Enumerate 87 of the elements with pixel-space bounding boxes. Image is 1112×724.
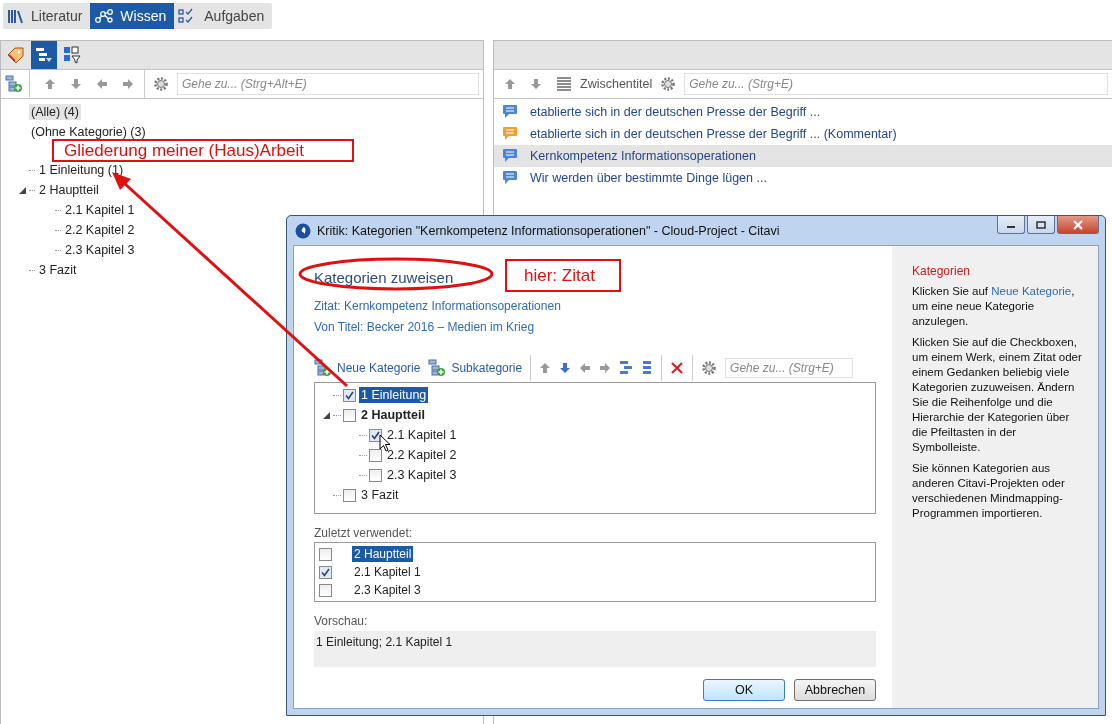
expanded-triangle-icon[interactable] (19, 186, 26, 194)
annotation-box: Gliederung meiner (Haus)Arbeit (52, 139, 354, 162)
help-link[interactable]: Neue Kategorie (991, 285, 1072, 297)
help-paragraph: Sie können Kategorien aus anderen Citavi-Projekten oder verschiedenen Mindmapping-Programmen importieren. (912, 461, 1066, 521)
add-category-icon[interactable] (5, 75, 23, 93)
indent-icon[interactable] (619, 360, 634, 376)
dialog-heading: Kategorien zuweisen (314, 268, 454, 286)
module-tab[interactable]: Aufgaben (174, 3, 273, 29)
books-icon (7, 8, 25, 24)
close-button[interactable] (1057, 216, 1099, 234)
dialog-button[interactable]: OK (703, 679, 785, 701)
search-field[interactable]: Gehe zu... (Strg+E) (725, 358, 854, 378)
arrow-up-icon[interactable] (44, 78, 56, 90)
checkbox[interactable] (369, 448, 382, 462)
app-logo-icon (295, 222, 311, 239)
quote-list-item[interactable]: etablierte sich in der deutschen Presse der Begriff ... (Kommentar) (494, 123, 1112, 145)
network-icon (94, 8, 115, 24)
category-item[interactable]: 3 Fazit (359, 487, 401, 503)
arrow-up-icon[interactable] (539, 362, 552, 374)
quote-list-item[interactable]: Wir werden über bestimmte Dinge lügen ... (494, 167, 1112, 189)
list-icon[interactable] (556, 76, 572, 92)
checkbox[interactable] (319, 583, 332, 597)
arrow-right-icon[interactable] (122, 78, 134, 90)
dialog-button[interactable]: Abbrechen (794, 679, 876, 701)
recent-category-item[interactable]: 2.3 Kapitel 3 (352, 582, 423, 598)
category-item[interactable]: 2 Hauptteil (359, 407, 427, 423)
category-item[interactable]: 2.3 Kapitel 3 (63, 242, 137, 258)
category-item[interactable]: 3 Fazit (37, 262, 79, 278)
checkbox[interactable] (319, 547, 332, 561)
category-filter-item[interactable]: (Alle) (4) (29, 104, 81, 120)
checkbox[interactable] (343, 408, 356, 422)
preview-text: 1 Einleitung; 2.1 Kapitel 1 (314, 631, 876, 667)
outline-icon (35, 47, 53, 63)
expanded-triangle-icon[interactable] (323, 411, 330, 419)
section-label: Vorschau: (314, 614, 369, 630)
checkbox[interactable] (369, 468, 382, 482)
settings-icon[interactable] (660, 76, 677, 92)
arrow-up-icon[interactable] (504, 78, 516, 90)
quote-list-item[interactable]: Kernkompetenz Informationsoperationen (494, 145, 1112, 167)
arrow-right-icon[interactable] (599, 362, 612, 374)
toolbar-button[interactable]: Neue Kategorie (314, 359, 421, 377)
module-tab[interactable]: Wissen (90, 3, 175, 29)
info-line: Zitat: Kernkompetenz Informationsoperationen (314, 298, 562, 315)
category-item[interactable]: 2.2 Kapitel 2 (63, 222, 137, 238)
tag-icon (6, 46, 26, 64)
minimize-button[interactable] (997, 216, 1025, 234)
category-item[interactable]: 2.3 Kapitel 3 (385, 467, 459, 483)
add-category-icon (314, 359, 332, 377)
checkbox[interactable] (319, 565, 332, 579)
category-item[interactable]: 1 Einleitung (359, 387, 429, 403)
help-paragraph: Klicken Sie auf Neue Kategorie, um eine neue Kategorie anzulegen. (912, 284, 1076, 329)
arrow-left-icon[interactable] (579, 362, 592, 374)
dialog-title: Kritik: Kategorien "Kernkompetenz Informationsoperationen" - Cloud-Project - Citavi (317, 223, 780, 238)
checkbox[interactable] (343, 388, 356, 402)
outdent-icon[interactable] (641, 360, 654, 376)
delete-icon[interactable] (670, 361, 685, 375)
checkbox[interactable] (343, 488, 356, 502)
category-item[interactable]: 2.1 Kapitel 1 (63, 202, 137, 218)
settings-icon[interactable] (701, 360, 718, 376)
category-filter-item[interactable]: (Ohne Kategorie) (3) (29, 124, 148, 140)
info-line: Von Titel: Becker 2016 – Medien im Krieg (314, 319, 536, 336)
arrow-down-icon[interactable] (559, 362, 572, 374)
search-field[interactable]: Gehe zu... (Strg+Alt+E) (177, 73, 479, 95)
add-category-icon (428, 359, 447, 377)
category-item[interactable]: 2 Hauptteil (37, 182, 101, 198)
settings-icon[interactable] (153, 76, 169, 92)
arrow-left-icon[interactable] (96, 78, 108, 90)
filter-icon (63, 46, 81, 64)
recent-category-item[interactable]: 2 Hauptteil (352, 546, 414, 562)
subheading-button[interactable]: Zwischentitel (580, 77, 653, 91)
arrow-down-icon[interactable] (530, 78, 542, 90)
section-label: Zuletzt verwendet: (314, 526, 414, 542)
category-item[interactable]: 2.1 Kapitel 1 (385, 427, 459, 443)
close-icon (1072, 219, 1084, 230)
annotation-box: hier: Zitat (505, 259, 621, 292)
module-tab[interactable]: Literatur (3, 3, 91, 29)
category-item[interactable]: 2.2 Kapitel 2 (385, 447, 459, 463)
maximize-icon (1036, 220, 1046, 229)
help-paragraph: Klicken Sie auf die Checkboxen, um einem Werk, einem Zitat oder einem Gedanken beliebig viele Kategorien zuzuweisen. Ändern Sie die Reihenfolge und die Hierarchie der Kategorien über die Pfeiltasten in der Symbolleiste. (912, 335, 1082, 455)
maximize-button[interactable] (1027, 216, 1055, 234)
quote-list-item[interactable]: etablierte sich in der deutschen Presse der Begriff ... (494, 101, 1112, 123)
arrow-down-icon[interactable] (70, 78, 82, 90)
help-title: Kategorien (912, 264, 972, 278)
outline-view-button[interactable] (31, 41, 57, 69)
toolbar-button[interactable]: Subkategorie (428, 359, 523, 377)
search-field[interactable]: Gehe zu... (Strg+E) (684, 73, 1108, 95)
recent-category-item[interactable]: 2.1 Kapitel 1 (352, 564, 423, 580)
